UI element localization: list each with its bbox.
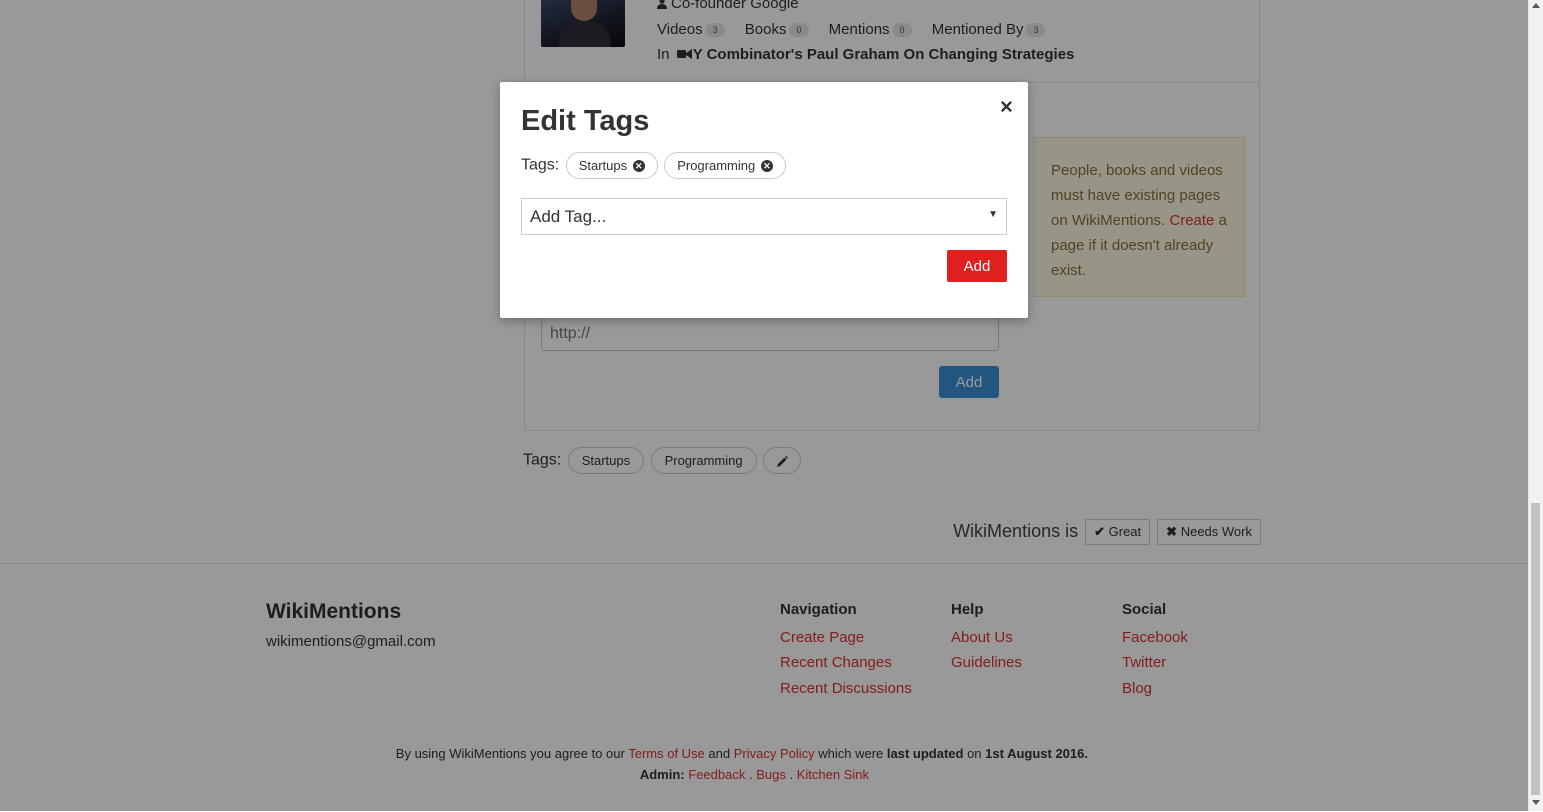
edit-tags-modal: Edit Tags × Tags: Startups ✕ Programming… [500,82,1028,318]
remove-tag-icon[interactable]: ✕ [632,159,645,172]
scrollbar-thumb[interactable] [1531,503,1540,795]
select-placeholder: Add Tag... [530,207,607,226]
add-tag-select[interactable]: Add Tag... ▼ [521,198,1007,235]
modal-tags: Tags: Startups ✕ Programming ✕ [521,152,786,179]
tag-chip-label: Programming [677,158,756,173]
close-icon[interactable]: × [1000,96,1013,118]
modal-title: Edit Tags [521,105,650,137]
scroll-down-icon[interactable] [1532,800,1540,805]
scroll-up-icon[interactable] [1532,3,1540,8]
scrollbar[interactable] [1528,0,1543,811]
add-tag-button[interactable]: Add [947,250,1007,282]
chevron-down-icon: ▼ [988,209,998,220]
tag-chip-label: Startups [578,158,628,173]
tag-chip: Programming ✕ [664,152,786,179]
tag-chip: Startups ✕ [565,152,658,179]
tags-label: Tags: [521,156,560,174]
remove-tag-icon[interactable]: ✕ [760,159,773,172]
